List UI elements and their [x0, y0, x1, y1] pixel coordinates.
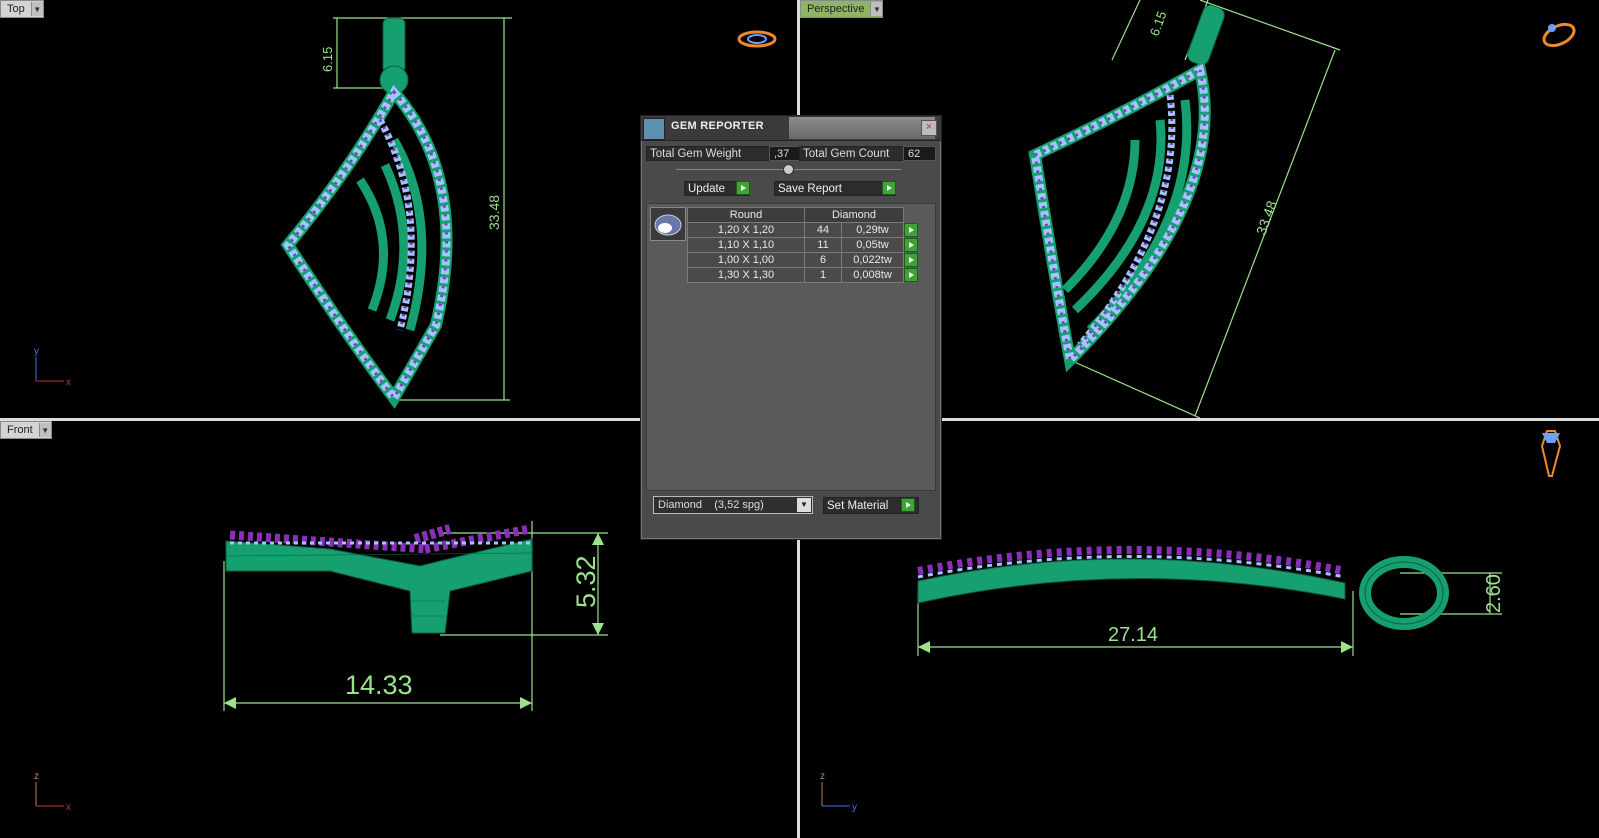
gem-count-cell: 44 — [804, 222, 842, 238]
collapse-handle-icon[interactable] — [783, 164, 794, 175]
select-row-arrow-icon[interactable] — [904, 237, 918, 252]
dialog-title: GEM REPORTER — [671, 120, 764, 132]
dim-top-length: 33.48 — [486, 195, 502, 230]
gem-list-panel: Round Diamond 1,20 X 1,20 44 0,29tw 1,10… — [646, 203, 936, 491]
gem-size-cell: 1,10 X 1,10 — [687, 237, 805, 253]
chevron-down-icon[interactable]: ▼ — [797, 498, 811, 512]
gem-reporter-app-icon — [643, 118, 665, 140]
chevron-down-icon[interactable]: ▼ — [870, 2, 883, 16]
dim-persp-length: 33.48 — [1253, 198, 1280, 237]
table-row[interactable]: 1,10 X 1,10 11 0,05tw — [687, 237, 921, 253]
dim-front-width: 14.33 — [345, 670, 413, 700]
gem-count-cell: 11 — [804, 237, 842, 253]
gem-shape-header: Round — [687, 207, 805, 223]
axis-label-y: y — [34, 346, 39, 357]
select-row-arrow-icon[interactable] — [904, 222, 918, 237]
dim-front-height: 5.32 — [571, 555, 601, 608]
dim-top-bail: 6.15 — [320, 47, 335, 72]
viewport-label-perspective[interactable]: Perspective ▼ — [800, 0, 884, 18]
gem-count-cell: 1 — [804, 267, 842, 283]
gem-reporter-dialog: GEM REPORTER × Total Gem Weight ,37 Tota… — [640, 115, 942, 540]
axis-label-x: x — [66, 802, 71, 813]
material-select[interactable]: Diamond (3,52 spg) ▼ — [653, 496, 813, 514]
viewport-label-front[interactable]: Front ▼ — [0, 421, 52, 439]
gem-weight-cell: 0,008tw — [841, 267, 904, 283]
dim-right-height: 2.60 — [1483, 574, 1505, 613]
play-arrow-icon[interactable] — [901, 498, 915, 512]
gem-material-header: Diamond — [804, 207, 904, 223]
select-row-arrow-icon[interactable] — [904, 267, 918, 282]
material-select-value: Diamond (3,52 spg) — [658, 499, 764, 511]
table-row[interactable]: 1,00 X 1,00 6 0,022tw — [687, 252, 921, 268]
gem-size-cell: 1,00 X 1,00 — [687, 252, 805, 268]
chevron-down-icon[interactable]: ▼ — [30, 2, 43, 16]
dialog-titlebar[interactable]: GEM REPORTER × — [641, 116, 941, 141]
total-gem-count-label: Total Gem Count — [799, 146, 904, 161]
gem-size-cell: 1,20 X 1,20 — [687, 222, 805, 238]
axis-label-z: z — [34, 771, 39, 782]
total-gem-count-value[interactable]: 62 — [903, 146, 936, 161]
close-icon[interactable]: × — [921, 120, 937, 136]
axis-label-z: z — [820, 771, 825, 782]
dim-persp-bail: 6.15 — [1147, 9, 1170, 38]
axis-label-y: y — [852, 802, 857, 813]
dim-right-length: 27.14 — [1108, 624, 1158, 646]
play-arrow-icon[interactable] — [736, 181, 750, 195]
gem-count-cell: 6 — [804, 252, 842, 268]
viewport-label-text: Front — [7, 424, 33, 436]
table-row[interactable]: 1,30 X 1,30 1 0,008tw — [687, 267, 921, 283]
viewport-label-text: Top — [7, 3, 25, 15]
select-row-arrow-icon[interactable] — [904, 252, 918, 267]
gem-weight-cell: 0,022tw — [841, 252, 904, 268]
total-gem-weight-value[interactable]: ,37 — [769, 146, 800, 161]
save-report-button[interactable]: Save Report — [774, 181, 896, 196]
round-gem-icon — [650, 207, 686, 241]
titlebar-gradient — [789, 117, 935, 139]
gem-size-cell: 1,30 X 1,30 — [687, 267, 805, 283]
table-row[interactable]: 1,20 X 1,20 44 0,29tw — [687, 222, 921, 238]
gem-weight-cell: 0,05tw — [841, 237, 904, 253]
viewport-label-top[interactable]: Top ▼ — [0, 0, 44, 18]
axis-label-x: x — [66, 377, 71, 388]
chevron-down-icon[interactable]: ▼ — [38, 423, 51, 437]
viewport-label-text: Perspective — [807, 3, 865, 15]
gem-weight-cell: 0,29tw — [841, 222, 904, 238]
play-arrow-icon[interactable] — [882, 181, 896, 195]
gem-table: Round Diamond 1,20 X 1,20 44 0,29tw 1,10… — [687, 207, 921, 283]
